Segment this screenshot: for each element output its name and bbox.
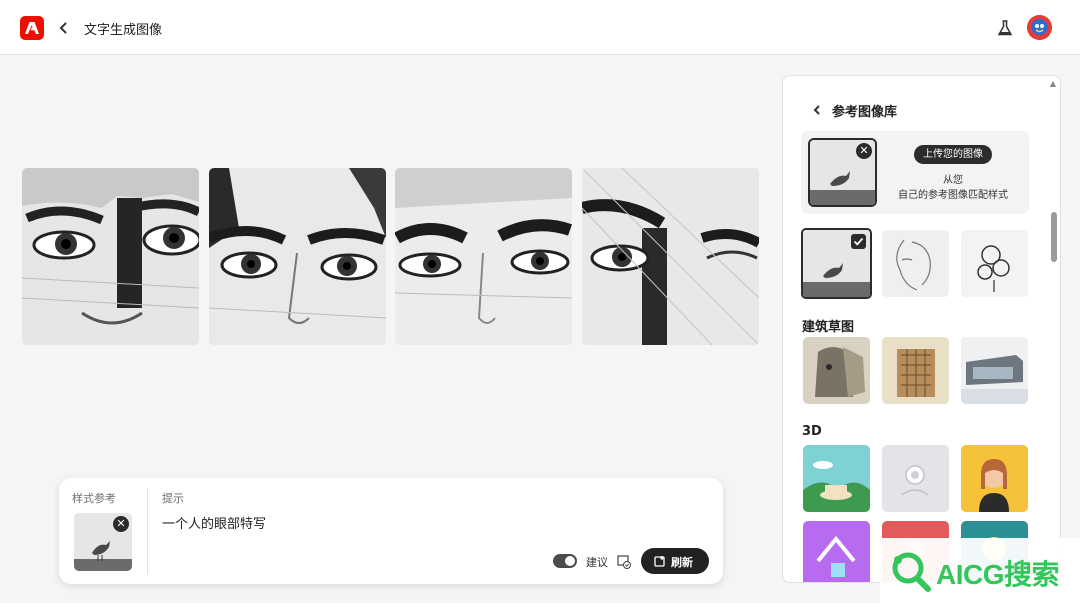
3d-thumbnail-2[interactable]: [882, 445, 949, 512]
magnifier-icon: [892, 552, 931, 592]
style-reference-label: 样式参考: [72, 492, 116, 505]
image-check-icon[interactable]: [617, 554, 631, 569]
suggestion-label: 建议: [586, 556, 608, 569]
refresh-icon: [654, 556, 665, 567]
reference-thumbnail-floral-sketch[interactable]: [961, 230, 1028, 297]
top-bar: 文字生成图像: [0, 0, 1080, 55]
3d-thumbnail-4[interactable]: [803, 521, 870, 582]
refresh-button[interactable]: 刷新: [641, 548, 709, 574]
prompt-input[interactable]: 一个人的眼部特写: [162, 513, 266, 532]
divider: [147, 488, 148, 574]
suggestion-toggle[interactable]: [553, 554, 577, 568]
3d-thumbnail-1[interactable]: [803, 445, 870, 512]
upload-description-line1: 从您: [943, 175, 963, 186]
watermark-text: AICG搜索: [936, 559, 1060, 590]
sidebar-scrollbar[interactable]: [1051, 212, 1057, 262]
remove-style-close-icon[interactable]: ✕: [113, 516, 129, 532]
generated-image-3[interactable]: [395, 168, 572, 345]
refresh-label: 刷新: [671, 556, 693, 569]
3d-thumbnail-3[interactable]: [961, 445, 1028, 512]
watermark: AICG搜索: [880, 538, 1080, 603]
architecture-thumbnail-3[interactable]: [961, 337, 1028, 404]
section-heading-3d: 3D: [802, 424, 822, 439]
scroll-up-arrow-icon[interactable]: ▲: [1047, 79, 1059, 89]
upload-image-button[interactable]: 上传您的图像: [914, 145, 992, 164]
architecture-thumbnail-1[interactable]: [803, 337, 870, 404]
upload-area: ✕ 上传您的图像 从您 自己的参考图像匹配样式: [801, 131, 1029, 214]
page-title: 文字生成图像: [84, 23, 163, 38]
reference-thumbnail-seagull[interactable]: [801, 228, 872, 299]
reference-thumbnail-face-sketch[interactable]: [882, 230, 949, 297]
sidebar-back-icon[interactable]: [810, 102, 824, 118]
prompt-label: 提示: [162, 492, 184, 505]
back-icon[interactable]: [56, 18, 72, 38]
generated-image-1[interactable]: [22, 168, 199, 345]
section-heading-architecture: 建筑草图: [802, 320, 855, 335]
remove-upload-close-icon[interactable]: ✕: [856, 143, 872, 159]
beaker-icon[interactable]: [996, 19, 1014, 37]
sidebar-title: 参考图像库: [832, 105, 898, 120]
user-avatar[interactable]: [1027, 15, 1052, 40]
adobe-logo-icon[interactable]: [20, 16, 44, 40]
generated-image-4[interactable]: [582, 168, 759, 345]
architecture-thumbnail-2[interactable]: [882, 337, 949, 404]
selected-check-icon: [851, 234, 866, 249]
prompt-panel: 样式参考 ✕ 提示 一个人的眼部特写 建议 刷新: [59, 478, 723, 584]
generated-image-2[interactable]: [209, 168, 386, 345]
reference-library-panel: 参考图像库 ✕ 上传您的图像 从您 自己的参考图像匹配样式 建筑草图 3D: [782, 75, 1061, 583]
upload-description-line2: 自己的参考图像匹配样式: [898, 190, 1008, 201]
